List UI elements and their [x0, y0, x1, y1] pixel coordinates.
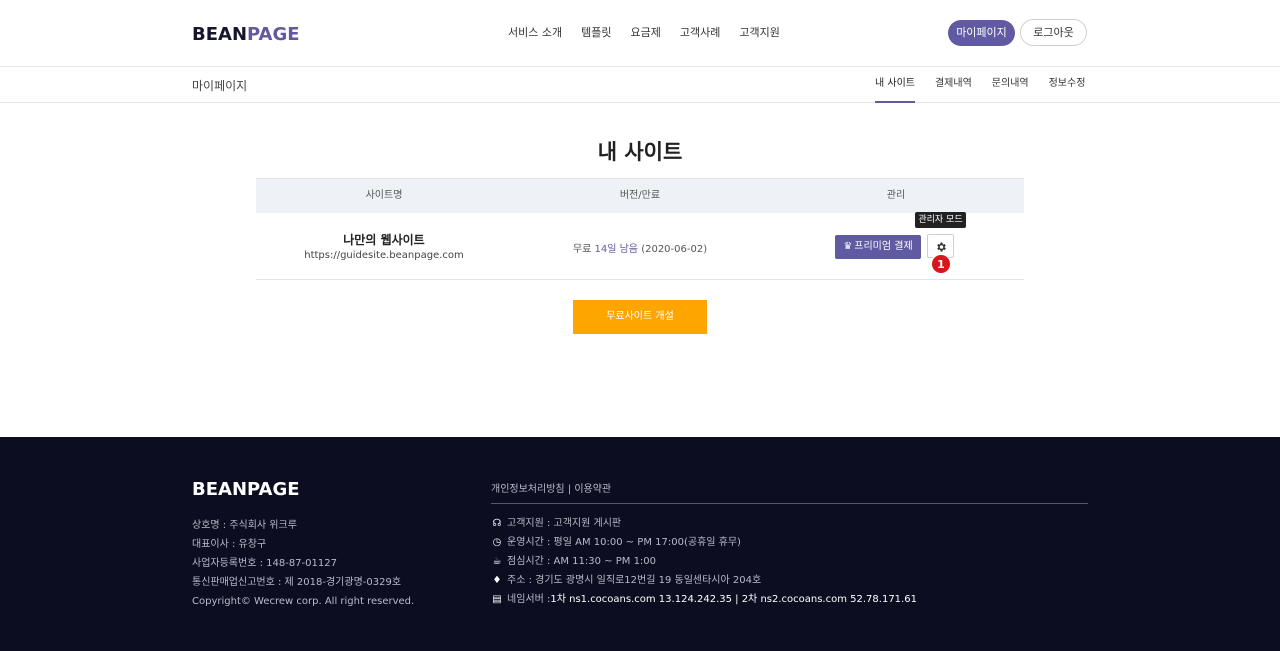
premium-payment-button[interactable]: ♛ 프리미엄 결제: [835, 235, 921, 259]
contact-info: ☊ 고객지원 : 고객지원 게시판 ◷ 운영시간 : 평일 AM 10:00 ~ P…: [491, 514, 917, 609]
copyright: Copyright© Wecrew corp. All right reserv…: [192, 596, 415, 607]
version-plan: 무료: [572, 244, 592, 255]
clock-icon: ◷: [492, 537, 502, 548]
version-remaining: 14일 남음: [594, 244, 638, 255]
server-icon: ▤: [492, 594, 502, 605]
nav-cases[interactable]: 고객사례: [680, 24, 720, 42]
column-header-manage: 관리: [886, 190, 906, 201]
step-badge: 1: [931, 254, 951, 274]
subnav-title: 마이페이지: [192, 79, 248, 93]
ecommerce-number: 통신판매업신고번호 : 제 2018-경기광명-0329호: [192, 577, 402, 588]
lunch-text: 점심시간 : AM 11:30 ~ PM 1:00: [507, 556, 657, 567]
sub-nav: 마이페이지 내 사이트 결제내역 문의내역 정보수정: [0, 67, 1280, 103]
site-url[interactable]: https://guidesite.beanpage.com: [256, 250, 512, 261]
tab-payments[interactable]: 결제내역: [935, 67, 972, 103]
create-free-site-button[interactable]: 무료사이트 개설: [573, 300, 707, 334]
table-header: 사이트명 버전/만료 관리: [256, 178, 1024, 213]
footer: BEANPAGE 상호명 : 주식회사 위크루 대표이사 : 유창구 사업자등록…: [0, 437, 1280, 651]
gear-icon: [937, 242, 946, 252]
admin-mode-tooltip: 관리자 모드: [915, 212, 966, 228]
column-header-site-name: 사이트명: [365, 190, 403, 201]
company-name: 상호명 : 주식회사 위크루: [192, 520, 297, 531]
support-row: ☊ 고객지원 : 고객지원 게시판: [491, 514, 917, 533]
lunch-row: ☕ 점심시간 : AM 11:30 ~ PM 1:00: [491, 552, 917, 571]
site-table: 사이트명 버전/만료 관리 나만의 웹사이트 https://guidesite…: [256, 178, 1024, 280]
nav-pricing[interactable]: 요금제: [630, 24, 660, 42]
logout-button[interactable]: 로그아웃: [1020, 19, 1087, 46]
footer-logo: BEANPAGE: [192, 479, 300, 500]
logo-text-accent: PAGE: [247, 24, 300, 45]
beanpage-logo[interactable]: BEANPAGE: [192, 24, 300, 45]
business-number: 사업자등록번호 : 148-87-01127: [192, 558, 337, 569]
version-date: (2020-06-02): [641, 244, 708, 255]
nameserver-row: ▤ 네임서버 : 1차 ns1.cocoans.com 13.124.242.35…: [491, 590, 917, 609]
footer-links[interactable]: 개인정보처리방침 | 이용약관: [491, 480, 611, 495]
hours-text: 운영시간 : 평일 AM 10:00 ~ PM 17:00(공휴일 휴무): [507, 537, 741, 548]
nav-service-intro[interactable]: 서비스 소개: [508, 24, 562, 42]
ceo-name: 대표이사 : 유창구: [192, 539, 267, 550]
nameserver-label: 네임서버 :: [507, 594, 551, 605]
mypage-button[interactable]: 마이페이지: [948, 20, 1015, 46]
top-header: BEANPAGE 서비스 소개 템플릿 요금제 고객사례 고객지원 마이페이지 …: [0, 0, 1280, 67]
logo-text-main: BEAN: [192, 24, 248, 45]
address-row: ♦ 주소 : 경기도 광명시 일직로12번길 19 동일센타시아 204호: [491, 571, 917, 590]
premium-payment-label: 프리미엄 결제: [854, 241, 913, 252]
site-name: 나만의 웹사이트: [343, 233, 425, 247]
nav-support[interactable]: 고객지원: [739, 24, 779, 42]
company-info: 상호명 : 주식회사 위크루 대표이사 : 유창구 사업자등록번호 : 148-…: [192, 516, 414, 611]
headset-icon: ☊: [492, 518, 502, 529]
tab-inquiries[interactable]: 문의내역: [992, 67, 1029, 103]
nameserver-value: 1차 ns1.cocoans.com 13.124.242.35 | 2차 ns…: [550, 594, 917, 605]
column-header-version: 버전/만료: [619, 190, 661, 201]
tab-profile-edit[interactable]: 정보수정: [1049, 67, 1086, 103]
main-nav: 서비스 소개 템플릿 요금제 고객사례 고객지원: [508, 24, 799, 42]
tab-my-sites[interactable]: 내 사이트: [875, 67, 915, 103]
coffee-cup-icon: ☕: [492, 556, 502, 567]
hours-row: ◷ 운영시간 : 평일 AM 10:00 ~ PM 17:00(공휴일 휴무): [491, 533, 917, 552]
address-text: 주소 : 경기도 광명시 일직로12번길 19 동일센타시아 204호: [507, 575, 762, 586]
page-title: 내 사이트: [597, 140, 683, 164]
map-pin-icon: ♦: [492, 575, 502, 586]
footer-divider: [491, 503, 1088, 504]
nav-templates[interactable]: 템플릿: [581, 24, 611, 42]
table-row: 나만의 웹사이트 https://guidesite.beanpage.com …: [256, 212, 1024, 280]
subnav-tabs: 내 사이트 결제내역 문의내역 정보수정: [875, 67, 1105, 103]
crown-icon: ♛: [843, 241, 853, 252]
support-text[interactable]: 고객지원 : 고객지원 게시판: [507, 514, 621, 533]
version-expiry: 무료 14일 남음 (2020-06-02): [512, 240, 768, 255]
